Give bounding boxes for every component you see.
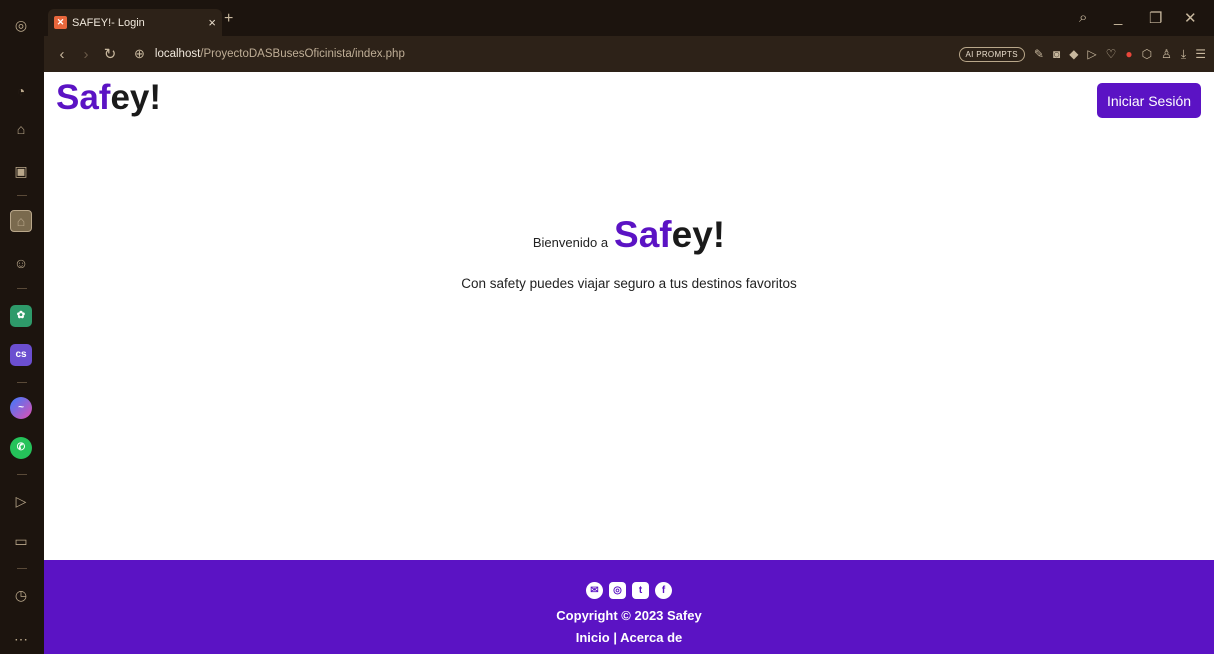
page-viewport: Safey! Iniciar Sesión Bienvenido a Safey… bbox=[44, 72, 1214, 654]
logo-accent-text: Saf bbox=[56, 78, 111, 117]
chip-icon[interactable]: ▣ bbox=[10, 160, 32, 182]
instagram-icon[interactable]: ◎ bbox=[609, 582, 626, 599]
download-icon[interactable]: ⤓ bbox=[1181, 47, 1186, 62]
address-bar: ‹ › ↻ ⊕ localhost/ProyectoDASBusesOficin… bbox=[44, 36, 1214, 72]
search-tabs-icon[interactable]: ⌕ bbox=[1079, 9, 1087, 26]
site-info-icon[interactable]: ⊕ bbox=[134, 46, 145, 62]
cube-icon[interactable]: ⬡ bbox=[1142, 47, 1152, 61]
send-icon[interactable]: ▷ bbox=[10, 490, 32, 512]
welcome-prefix: Bienvenido a bbox=[532, 235, 609, 250]
restore-icon[interactable]: ❐ bbox=[1149, 9, 1162, 27]
opera-menu-icon[interactable]: ◎ bbox=[10, 14, 32, 36]
edit-icon[interactable]: ✎ bbox=[1034, 47, 1044, 61]
url-field[interactable]: localhost/ProyectoDASBusesOficinista/ind… bbox=[155, 48, 405, 60]
url-path: /ProyectoDASBusesOficinista/index.php bbox=[200, 48, 405, 60]
page-footer: ✉ ◎ t f Copyright © 2023 Safey Inicio | … bbox=[44, 560, 1214, 654]
social-links: ✉ ◎ t f bbox=[44, 582, 1214, 599]
footer-links: Inicio | Acerca de bbox=[44, 630, 1214, 645]
welcome-heading: Bienvenido a Safey! bbox=[44, 214, 1214, 256]
snapshot-icon[interactable]: ◙ bbox=[1053, 47, 1060, 61]
more-icon[interactable]: ⋯ bbox=[10, 628, 32, 650]
brand-accent-text: Saf bbox=[614, 214, 672, 255]
sidebar-divider bbox=[17, 382, 27, 383]
email-icon[interactable]: ✉ bbox=[586, 582, 603, 599]
sidebar-divider bbox=[17, 195, 27, 196]
welcome-brand: Safey! bbox=[614, 214, 725, 256]
cs-app-icon[interactable]: cs bbox=[10, 344, 32, 366]
messenger-icon[interactable]: ~ bbox=[10, 397, 32, 419]
twitter-icon[interactable]: t bbox=[632, 582, 649, 599]
back-icon[interactable]: ‹ bbox=[50, 46, 74, 63]
new-tab-icon[interactable]: + bbox=[224, 10, 233, 28]
speed-dial-icon[interactable]: ◔ bbox=[10, 80, 32, 102]
xampp-favicon-icon: ✕ bbox=[54, 16, 67, 29]
game-icon[interactable]: ☺ bbox=[10, 252, 32, 274]
url-host: localhost bbox=[154, 48, 201, 60]
forward-icon[interactable]: › bbox=[74, 46, 98, 63]
toolbar-tools: AI PROMPTS ✎ ◙ ◆ ▷ ♡ ● ⬡ ♙ ⤓ ☰ bbox=[958, 36, 1206, 72]
reload-icon[interactable]: ↻ bbox=[98, 45, 122, 63]
tab-close-icon[interactable]: × bbox=[208, 15, 216, 30]
sidebar-divider bbox=[17, 288, 27, 289]
heart-icon[interactable]: ♡ bbox=[1106, 47, 1117, 61]
workspace-icon[interactable]: ⌂ bbox=[10, 210, 32, 232]
facebook-icon[interactable]: f bbox=[655, 582, 672, 599]
footer-link-about[interactable]: Acerca de bbox=[620, 630, 682, 645]
minimize-icon[interactable]: _ bbox=[1114, 9, 1122, 26]
settings-icon[interactable]: ☰ bbox=[1195, 47, 1206, 61]
extension-icon[interactable]: ● bbox=[1125, 47, 1132, 61]
copyright-text: Copyright © 2023 Safey bbox=[556, 608, 702, 623]
logo-rest-text: ey! bbox=[110, 78, 162, 117]
send-icon[interactable]: ▷ bbox=[1087, 47, 1096, 61]
wallet-icon[interactable]: ▭ bbox=[10, 530, 32, 552]
browser-tab[interactable]: ✕ SAFEY!- Login × bbox=[48, 9, 222, 36]
sidebar-divider bbox=[17, 474, 27, 475]
extensions-icon[interactable]: ⌂ bbox=[10, 118, 32, 140]
browser-sidebar: ◎ ◔ ⌂ ▣ ⌂ ☺ ✿ cs ~ ✆ ▷ ▭ ◷ ⋯ bbox=[0, 0, 44, 654]
tab-strip: ✕ SAFEY!- Login × + ⌕ _ ❐ ✕ bbox=[44, 0, 1214, 36]
site-logo[interactable]: Safey! bbox=[56, 78, 161, 118]
login-button[interactable]: Iniciar Sesión bbox=[1097, 83, 1201, 118]
chatgpt-icon[interactable]: ✿ bbox=[10, 305, 32, 327]
tagline: Con safety puedes viajar seguro a tus de… bbox=[461, 276, 797, 291]
window-close-icon[interactable]: ✕ bbox=[1184, 9, 1197, 27]
brand-rest-text: ey! bbox=[671, 214, 726, 255]
whatsapp-icon[interactable]: ✆ bbox=[10, 437, 32, 459]
ai-prompts-button[interactable]: AI PROMPTS bbox=[958, 46, 1025, 62]
sidebar-divider bbox=[17, 568, 27, 569]
footer-separator: | bbox=[609, 630, 621, 645]
footer-link-home[interactable]: Inicio bbox=[576, 630, 610, 645]
tab-title: SAFEY!- Login bbox=[72, 16, 145, 29]
shield-icon[interactable]: ◆ bbox=[1069, 47, 1078, 61]
profile-icon[interactable]: ♙ bbox=[1161, 47, 1172, 61]
history-icon[interactable]: ◷ bbox=[10, 584, 32, 606]
